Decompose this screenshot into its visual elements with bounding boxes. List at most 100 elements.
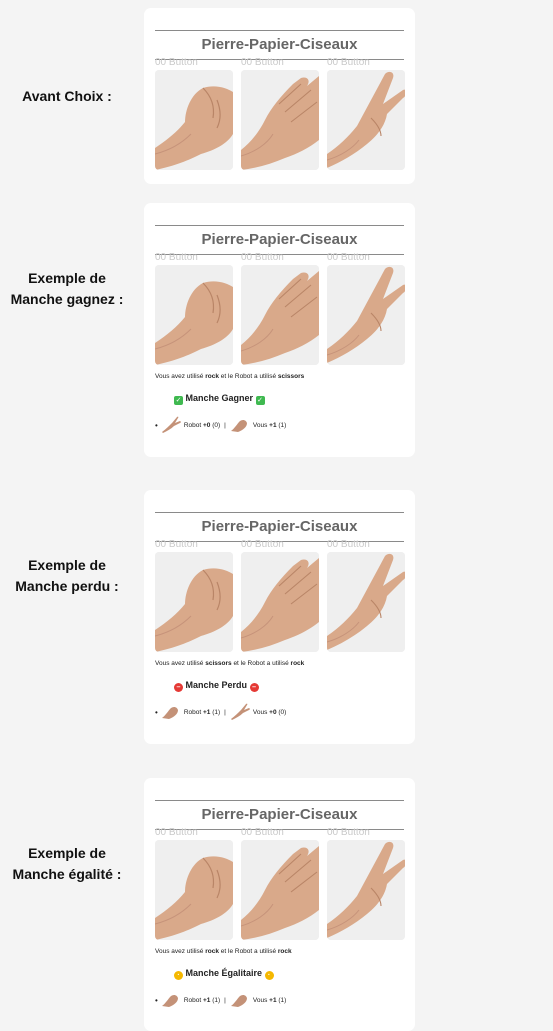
summary-middle: et le Robot a utilisé <box>233 660 289 667</box>
user-delta: +0 <box>269 708 277 716</box>
user-delta: +1 <box>269 421 277 429</box>
game-card-1: Pierre-Papier-Ciseaux 00 Button 00 Butto… <box>144 8 415 184</box>
robot-label: Robot <box>183 708 202 716</box>
robot-delta: +1 <box>202 996 211 1004</box>
paper-button[interactable] <box>241 552 319 652</box>
user-label: Vous <box>252 996 268 1004</box>
summary-prefix: Vous avez utilisé <box>155 948 204 955</box>
robot-label: Robot <box>183 421 202 429</box>
button-labels: 00 Button 00 Button 00 Button <box>155 539 405 551</box>
verdict-text: Manche Perdu <box>185 680 248 690</box>
choice-buttons <box>155 552 405 652</box>
round-verdict: ✓ Manche Gagner ✓ <box>174 393 265 405</box>
row-label-line: Exemple de <box>28 845 106 861</box>
button-labels: 00 Button 00 Button 00 Button <box>155 252 405 264</box>
verdict-text: Manche Égalitaire <box>185 968 263 978</box>
row-label-before-choice: Avant Choix : <box>0 86 134 107</box>
paper-button-label: 00 Button <box>241 57 284 68</box>
bullet-icon: • <box>155 707 158 717</box>
title-bar: Pierre-Papier-Ciseaux <box>155 225 404 255</box>
scissors-hand-icon <box>327 552 405 652</box>
rock-hand-icon <box>155 840 233 940</box>
rock-button-label: 00 Button <box>155 827 198 838</box>
paper-button[interactable] <box>241 265 319 365</box>
robot-delta: +0 <box>202 421 211 429</box>
robot-choice: rock <box>290 660 305 667</box>
scissors-button[interactable] <box>327 265 405 365</box>
robot-delta: +1 <box>202 708 211 716</box>
summary-prefix: Vous avez utilisé <box>155 660 204 667</box>
choice-buttons <box>155 840 405 940</box>
robot-total: (0) <box>212 421 221 429</box>
verdict-emoji-right-icon: · <box>264 971 274 980</box>
score-separator: | <box>224 421 226 429</box>
user-hand-icon <box>230 703 250 720</box>
scissors-button[interactable] <box>327 840 405 940</box>
scissors-button-label: 00 Button <box>327 57 370 68</box>
row-label-line: Exemple de <box>28 270 106 286</box>
row-label-line: Avant Choix : <box>22 88 112 104</box>
round-verdict: – Manche Perdu – <box>174 680 259 692</box>
user-choice: rock <box>205 948 219 955</box>
user-label: Vous <box>252 708 268 716</box>
row-label-draw-example: Exemple de Manche égalité : <box>0 843 134 885</box>
scissors-button[interactable] <box>327 70 405 170</box>
rock-button-label: 00 Button <box>155 57 198 68</box>
robot-choice: rock <box>277 948 292 955</box>
row-label-win-example: Exemple de Manche gagnez : <box>0 268 134 310</box>
rock-button[interactable] <box>155 265 233 365</box>
score-line: • Robot +1 (1) | Vous +1 (1) <box>155 990 286 1010</box>
paper-button[interactable] <box>241 840 319 940</box>
verdict-emoji-left-icon: ✓ <box>174 396 183 405</box>
bullet-icon: • <box>155 995 158 1005</box>
round-summary: Vous avez utilisé rock et le Robot a uti… <box>155 948 292 955</box>
game-card-4: Pierre-Papier-Ciseaux 00 Button 00 Butto… <box>144 778 415 1031</box>
round-summary: Vous avez utilisé scissors et le Robot a… <box>155 660 304 667</box>
row-label-line: Manche gagnez : <box>10 291 124 307</box>
button-labels: 00 Button 00 Button 00 Button <box>155 57 405 69</box>
user-hand-icon <box>230 419 247 432</box>
robot-hand-icon <box>161 416 181 433</box>
button-labels: 00 Button 00 Button 00 Button <box>155 827 405 839</box>
score-line: • Robot +0 (0) | Vous +1 (1) <box>155 415 286 435</box>
paper-button[interactable] <box>241 70 319 170</box>
scissors-hand-icon <box>327 70 405 170</box>
choice-buttons <box>155 265 405 365</box>
title-bar: Pierre-Papier-Ciseaux <box>155 512 404 542</box>
verdict-emoji-left-icon: – <box>174 683 183 692</box>
verdict-text: Manche Gagner <box>185 393 254 403</box>
row-label-line: Manche perdu : <box>15 578 119 594</box>
paper-hand-icon <box>241 552 319 652</box>
user-choice: scissors <box>205 660 232 667</box>
robot-label: Robot <box>183 996 202 1004</box>
paper-hand-icon <box>241 840 319 940</box>
rock-button-label: 00 Button <box>155 539 198 550</box>
verdict-emoji-right-icon: – <box>249 683 259 692</box>
round-verdict: · Manche Égalitaire · <box>174 968 274 980</box>
rock-button[interactable] <box>155 552 233 652</box>
score-separator: | <box>224 996 226 1004</box>
user-choice: rock <box>205 373 219 380</box>
rock-button[interactable] <box>155 70 233 170</box>
rock-button-label: 00 Button <box>155 252 198 263</box>
scissors-button[interactable] <box>327 552 405 652</box>
rock-hand-icon <box>155 70 233 170</box>
row-label-line: Exemple de <box>28 557 106 573</box>
robot-total: (1) <box>212 996 221 1004</box>
app-title: Pierre-Papier-Ciseaux <box>201 806 358 823</box>
rock-button[interactable] <box>155 840 233 940</box>
user-hand-icon <box>230 994 247 1007</box>
title-bar: Pierre-Papier-Ciseaux <box>155 800 404 830</box>
scissors-button-label: 00 Button <box>327 252 370 263</box>
summary-middle: et le Robot a utilisé <box>220 373 277 380</box>
robot-choice: scissors <box>277 373 305 380</box>
verdict-emoji-right-icon: ✓ <box>255 396 265 405</box>
verdict-emoji-left-icon: · <box>174 971 183 980</box>
choice-buttons <box>155 70 405 170</box>
scissors-button-label: 00 Button <box>327 827 370 838</box>
scissors-button-label: 00 Button <box>327 539 370 550</box>
scissors-hand-icon <box>327 840 405 940</box>
round-summary: Vous avez utilisé rock et le Robot a uti… <box>155 373 304 380</box>
user-total: (1) <box>278 421 287 429</box>
user-total: (0) <box>278 708 287 716</box>
